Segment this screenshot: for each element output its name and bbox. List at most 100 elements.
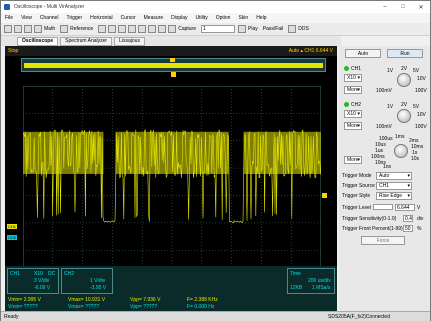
menu-view[interactable]: View (21, 15, 32, 21)
trigger-front-input[interactable]: 50 (403, 225, 413, 232)
time-scale-1ms: 1ms (395, 134, 405, 140)
trigger-level-slider[interactable] (373, 204, 393, 210)
record-icon[interactable] (148, 25, 157, 33)
menu-display[interactable]: Display (171, 15, 187, 21)
measure-icon[interactable] (118, 25, 127, 33)
play-button[interactable]: Play (248, 26, 258, 32)
ch2-info-offset: -3.95 V (90, 285, 107, 291)
minimize-button[interactable]: – (376, 1, 394, 13)
settings-icon[interactable] (168, 25, 177, 33)
ch2-mode-select[interactable]: More (344, 122, 362, 130)
cursor-icon[interactable] (128, 25, 137, 33)
reference-icon[interactable] (60, 25, 69, 33)
trigger-style-select[interactable]: Rise Edge (376, 192, 412, 200)
time-info: Time 200 us/div 12KB 1 MSa/s (287, 268, 335, 294)
run-button[interactable]: Run (387, 49, 423, 58)
ch2-scale-100mv: 100mV (376, 124, 392, 130)
time-mode-select[interactable]: More (344, 156, 362, 164)
close-button[interactable]: ✕ (412, 1, 430, 13)
trigger-style-label: Trigger Style (342, 193, 371, 199)
title-bar: Oscilloscope - Multi VirAnalyzer – □ ✕ (1, 1, 430, 13)
ch1-info-coupling: DC (48, 271, 56, 277)
waveform-overview[interactable] (21, 58, 326, 72)
ch2-info-vdiv: 1 V/div (90, 278, 106, 284)
waveform-burst-3 (243, 131, 321, 174)
force-trigger-button[interactable]: Force (361, 236, 405, 245)
ch2-volts-knob[interactable] (397, 109, 411, 123)
toolbar: Math Reference Capture 1 Play Pass/Fail … (1, 23, 430, 36)
menu-trigger[interactable]: Trigger (66, 15, 82, 21)
pass-fail-button[interactable]: Pass/Fail (263, 26, 284, 32)
trigger-source-select[interactable]: CH1 (376, 182, 412, 190)
ch1-enable-indicator[interactable] (344, 66, 349, 71)
status-bar: Ready SDS205A(F_fx2)Connected (1, 311, 430, 321)
overview-trigger-marker[interactable] (170, 58, 175, 62)
zoom-in-icon[interactable] (98, 25, 107, 33)
trigger-position-marker[interactable] (171, 72, 176, 77)
menu-utility[interactable]: Utility (196, 15, 208, 21)
auto-button[interactable]: Auto (345, 49, 381, 58)
ch1-scale-1v: 1V (387, 68, 394, 74)
math-icon[interactable] (34, 25, 42, 33)
ch2-marker[interactable]: CH2 (7, 235, 18, 240)
menu-help[interactable]: Help (256, 15, 266, 21)
play-icon[interactable] (238, 25, 246, 33)
new-icon[interactable] (4, 25, 12, 33)
ch1-mode-select[interactable]: More (344, 86, 362, 94)
dds-button[interactable]: DDS (298, 26, 309, 32)
menu-option[interactable]: Option (216, 15, 231, 21)
ch2-scale-1v: 1V (387, 104, 394, 110)
scope-status-strip: Stop Auto ▴ CH1 6.644 V (5, 46, 337, 56)
ch2-scale-5v: 5V (413, 104, 420, 110)
app-window: Oscilloscope - Multi VirAnalyzer – □ ✕ F… (0, 0, 431, 321)
open-icon[interactable] (14, 25, 22, 33)
trigger-level-input[interactable]: 6.644 (395, 204, 415, 211)
meas-ch1-vmax: Vmax= 10.931 V (68, 297, 106, 303)
display-icon[interactable] (138, 25, 147, 33)
capture-count-input[interactable]: 1 (201, 25, 235, 33)
ch2-probe-select[interactable]: X10 (344, 110, 362, 118)
trigger-front-unit: % (417, 226, 422, 232)
ch1-marker[interactable]: CH1 (7, 224, 18, 229)
time-base-knob[interactable] (394, 144, 408, 158)
trigger-mode-select[interactable]: Auto (376, 172, 412, 180)
ch2-info: CH2 1 V/div -3.95 V (61, 268, 113, 294)
trigger-level-marker[interactable] (322, 193, 327, 198)
save-icon[interactable] (24, 25, 32, 33)
menu-measure[interactable]: Measure (144, 15, 163, 21)
ch2-enable-indicator[interactable] (344, 102, 349, 107)
device-status: SDS205A(F_fx2)Connected (328, 313, 390, 320)
trigger-mode-label: Trigger Mode (342, 173, 372, 179)
trigger-sensitivity-input[interactable]: 0.4 (403, 215, 413, 222)
menu-cursor[interactable]: Cursor (121, 15, 136, 21)
acquisition-state: Stop (8, 48, 19, 54)
scope-display: Stop Auto ▴ CH1 6.644 V CH1 CH2 CH1 X10 (5, 46, 337, 311)
ch1-info-name: CH1 (10, 271, 21, 277)
meas-ch1-freq: F= 2.388 KHz (187, 297, 218, 303)
tab-lissajous[interactable]: Lissajous (114, 36, 145, 46)
ch1-volts-knob[interactable] (397, 73, 411, 87)
status-text: Ready (4, 313, 19, 320)
meas-ch1-vpp: Vpp= 7.936 V (130, 297, 161, 303)
dds-icon[interactable] (288, 25, 297, 33)
trigger-level-unit: V (417, 205, 421, 211)
menu-file[interactable]: File (5, 15, 13, 21)
waveform-burst-2 (115, 131, 229, 174)
zoom-out-icon[interactable] (108, 25, 117, 33)
tab-spectrum-analyzer[interactable]: Spectrum Analyzer (60, 36, 113, 46)
menu-horizontal[interactable]: Horizontal (90, 15, 113, 21)
ch1-scale-5v: 5V (413, 68, 420, 74)
trigger-source-label: Trigger Source (342, 183, 375, 189)
tab-oscilloscope[interactable]: Oscilloscope (17, 36, 59, 46)
tab-lissajous-label: Lissajous (119, 38, 140, 44)
menu-bar: File View Channel Trigger Horizontal Cur… (1, 13, 430, 23)
ch2-scale-2v: 2V (401, 102, 408, 108)
maximize-button[interactable]: □ (394, 1, 412, 13)
ch1-probe-select[interactable]: X10 (344, 74, 362, 82)
trigger-level-label: Trigger Level (342, 205, 371, 211)
menu-channel[interactable]: Channel (40, 15, 59, 21)
math-button[interactable]: Math (44, 26, 55, 32)
reference-button[interactable]: Reference (70, 26, 93, 32)
menu-skin[interactable]: Skin (238, 15, 248, 21)
grid-icon[interactable] (158, 25, 167, 33)
